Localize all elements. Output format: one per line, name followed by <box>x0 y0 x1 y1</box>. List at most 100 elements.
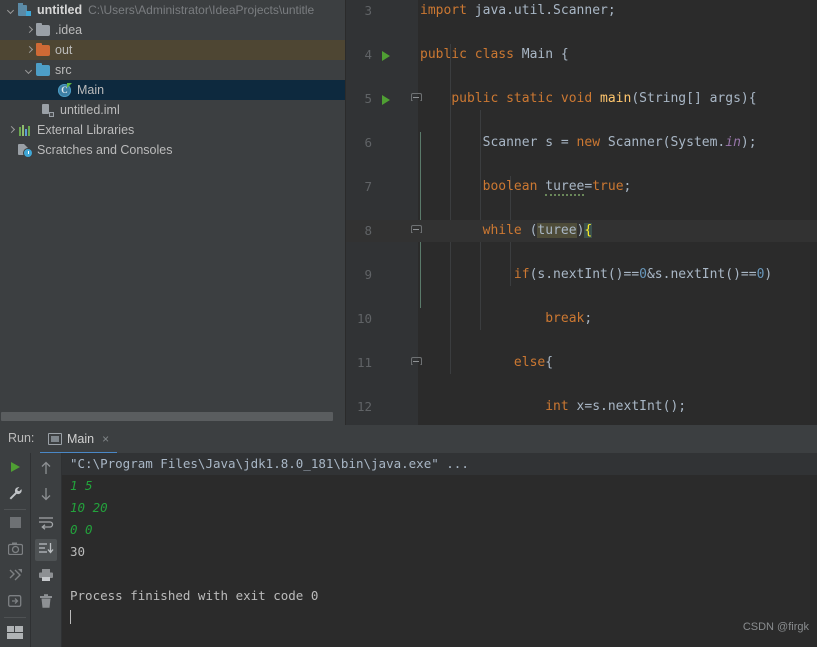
code-line[interactable]: 11 else{ <box>346 352 817 374</box>
console-line-input: 1 5 <box>70 478 93 493</box>
line-content: boolean turee=true; <box>482 179 632 196</box>
scrollbar-thumb[interactable] <box>1 412 333 421</box>
toolbar-divider <box>4 509 26 510</box>
tree-label: out <box>55 43 73 57</box>
line-number: 3 <box>364 3 372 18</box>
stop-button[interactable] <box>4 513 26 535</box>
run-label: Run: <box>8 431 35 445</box>
line-content: int x=s.nextInt(); <box>545 399 687 414</box>
code-line[interactable]: 4 public class Main { <box>346 44 817 66</box>
code-line[interactable]: 7 boolean turee=true; <box>346 176 817 198</box>
line-content: public static void main(String[] args){ <box>451 91 757 106</box>
line-number: 12 <box>356 399 372 414</box>
toolbar-divider <box>4 617 26 618</box>
run-gutter-icon[interactable] <box>382 51 390 61</box>
print-button[interactable] <box>35 565 57 587</box>
run-toolbar-right <box>31 453 62 647</box>
tree-row-scratches-and-consoles[interactable]: Scratches and Consoles <box>0 140 345 160</box>
line-number: 10 <box>356 311 372 326</box>
console-window-icon <box>48 432 62 445</box>
layout-icon[interactable] <box>7 626 24 639</box>
text-caret <box>70 610 71 624</box>
folder-blue-icon <box>35 62 51 78</box>
tree-label: untitled.iml <box>60 103 120 117</box>
line-number: 6 <box>364 135 372 150</box>
code-line[interactable]: 3 import java.util.Scanner; <box>346 0 817 22</box>
chevron-right-icon[interactable] <box>24 25 35 36</box>
down-the-stack-trace-button[interactable] <box>35 483 57 505</box>
stop-icon <box>9 517 21 528</box>
run-gutter-icon[interactable] <box>382 95 390 105</box>
console-caret-line <box>62 607 817 629</box>
scratches-icon <box>17 142 33 158</box>
chevron-right-icon[interactable] <box>6 125 17 136</box>
dump-threads-button[interactable] <box>4 565 26 587</box>
project-horizontal-scrollbar[interactable] <box>0 412 345 421</box>
play-icon <box>11 462 20 472</box>
code-line[interactable]: 6 Scanner s = new Scanner(System.in); <box>346 132 817 154</box>
line-number: 8 <box>364 223 372 238</box>
trash-icon <box>40 594 52 608</box>
tree-row-untitled-iml[interactable]: untitled.iml <box>0 100 345 120</box>
edit-configurations-button[interactable] <box>4 483 26 505</box>
tree-row-src[interactable]: src <box>0 60 345 80</box>
scroll-to-end-button[interactable] <box>35 539 57 561</box>
tab-main[interactable]: Main × <box>40 425 118 454</box>
rerun-button[interactable] <box>4 457 26 479</box>
line-content: import java.util.Scanner; <box>420 3 616 18</box>
java-class-icon: C <box>57 82 73 98</box>
project-icon <box>17 2 33 18</box>
arrow-down-icon <box>41 488 51 501</box>
soft-wrap-button[interactable] <box>35 513 57 535</box>
chevron-down-icon[interactable] <box>6 5 17 16</box>
code-line[interactable]: 10 break; <box>346 308 817 330</box>
line-number: 4 <box>364 47 372 62</box>
tree-row-idea[interactable]: .idea <box>0 20 345 40</box>
console-line-command: "C:\Program Files\Java\jdk1.8.0_181\bin\… <box>62 453 817 475</box>
tree-row-external-libraries[interactable]: External Libraries <box>0 120 345 140</box>
tree-label: .idea <box>55 23 83 37</box>
tree-label: External Libraries <box>37 123 135 137</box>
iml-file-icon <box>40 102 56 118</box>
tree-row-main[interactable]: C Main <box>0 80 345 100</box>
code-editor[interactable]: 3 import java.util.Scanner; 4 public cla… <box>346 0 817 425</box>
console-output[interactable]: "C:\Program Files\Java\jdk1.8.0_181\bin\… <box>62 453 817 647</box>
camera-icon <box>7 542 23 555</box>
code-line-current[interactable]: 8 while (turee){ <box>346 220 817 242</box>
project-tool-window[interactable]: untitled C:\Users\Administrator\IdeaProj… <box>0 0 345 425</box>
threads-icon <box>9 569 22 581</box>
line-content: else{ <box>513 355 554 370</box>
wrench-icon <box>9 486 22 500</box>
chevron-down-icon[interactable] <box>24 65 35 76</box>
console-line-input: 10 20 <box>70 500 108 515</box>
close-icon[interactable]: × <box>102 433 109 445</box>
tree-row-out[interactable]: out <box>0 40 345 60</box>
tree-label: Scratches and Consoles <box>37 143 173 157</box>
console-line-output: 30 <box>70 544 86 559</box>
tab-label: Main <box>67 431 95 446</box>
idea-window: untitled C:\Users\Administrator\IdeaProj… <box>0 0 817 647</box>
chevron-right-icon[interactable] <box>24 45 35 56</box>
line-number: 9 <box>364 267 372 282</box>
code-line[interactable]: 12 int x=s.nextInt(); <box>346 396 817 418</box>
watermark: CSDN @firgk <box>742 621 809 633</box>
code-line[interactable]: 5 public static void main(String[] args)… <box>346 88 817 110</box>
top-split: untitled C:\Users\Administrator\IdeaProj… <box>0 0 817 425</box>
attach-button[interactable] <box>4 591 26 613</box>
printer-icon <box>39 569 53 581</box>
line-content: while (turee){ <box>482 223 593 238</box>
line-content: public class Main { <box>420 47 569 62</box>
line-content: if(s.nextInt()==0&s.nextInt()==0) <box>513 267 773 282</box>
code-line[interactable]: 9 if(s.nextInt()==0&s.nextInt()==0) <box>346 264 817 286</box>
project-tree[interactable]: untitled C:\Users\Administrator\IdeaProj… <box>0 0 345 160</box>
project-path: C:\Users\Administrator\IdeaProjects\unti… <box>88 3 315 17</box>
console-line-exit: Process finished with exit code 0 <box>70 588 319 603</box>
run-tab-bar: Run: Main × <box>0 425 817 454</box>
up-the-stack-trace-button[interactable] <box>35 457 57 479</box>
clear-all-button[interactable] <box>35 591 57 613</box>
screenshot-button[interactable] <box>4 539 26 561</box>
line-content: break; <box>545 311 593 326</box>
folder-orange-icon <box>35 42 51 58</box>
arrow-up-icon <box>41 461 51 474</box>
tree-row-untitled[interactable]: untitled C:\Users\Administrator\IdeaProj… <box>0 0 345 20</box>
